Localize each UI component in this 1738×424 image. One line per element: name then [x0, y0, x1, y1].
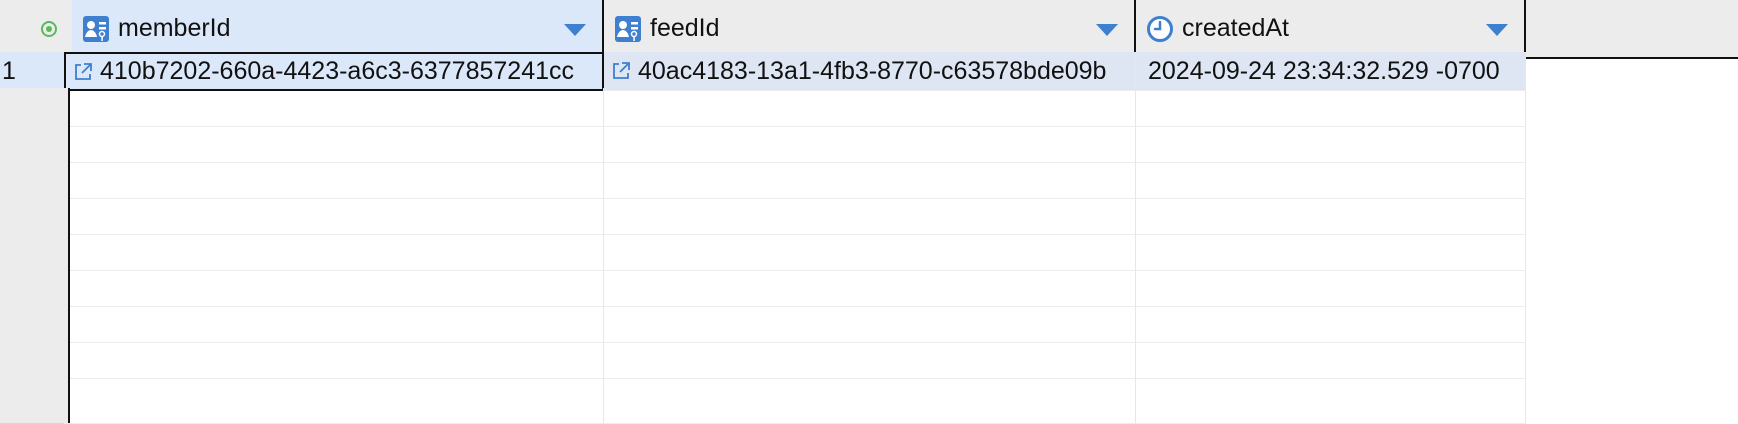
cell-feedid[interactable]: 40ac4183-13a1-4fb3-8770-c63578bde09b [604, 52, 1136, 91]
row-number-empty[interactable] [0, 160, 70, 199]
empty-cell[interactable] [64, 376, 604, 424]
row-number-empty[interactable] [0, 376, 70, 424]
column-header-feedid[interactable]: feedId [604, 0, 1136, 57]
select-all-corner[interactable] [0, 0, 73, 57]
row-number-empty[interactable] [0, 124, 70, 163]
row-number-empty[interactable] [0, 88, 70, 127]
empty-cell[interactable] [604, 268, 1136, 307]
foreign-key-link-icon[interactable] [610, 60, 632, 82]
row-number-empty[interactable] [0, 232, 70, 271]
column-header-memberid[interactable]: memberId [72, 0, 604, 57]
column-header-createdat[interactable]: createdAt [1136, 0, 1526, 57]
column-header-label: createdAt [1182, 14, 1290, 42]
empty-cell[interactable] [604, 304, 1136, 343]
cell-value: 40ac4183-13a1-4fb3-8770-c63578bde09b [638, 56, 1107, 85]
sort-dropdown-icon[interactable] [1096, 24, 1118, 36]
empty-cell[interactable] [1136, 160, 1526, 199]
grid-header: memberId feedId createdAt [0, 0, 1738, 59]
row-number[interactable]: 1 [0, 52, 70, 91]
empty-cell[interactable] [1136, 124, 1526, 163]
row-number-empty[interactable] [0, 196, 70, 235]
empty-cell[interactable] [604, 88, 1136, 127]
row-number-empty[interactable] [0, 268, 70, 307]
empty-cell[interactable] [64, 124, 604, 163]
cell-memberid[interactable]: 410b7202-660a-4423-a6c3-6377857241cc [64, 52, 604, 91]
cell-createdat[interactable]: 2024-09-24 23:34:32.529 -0700 [1136, 52, 1526, 91]
row-number-empty[interactable] [0, 304, 70, 343]
empty-cell[interactable] [64, 196, 604, 235]
record-status-icon [41, 20, 57, 37]
sort-dropdown-icon[interactable] [1486, 24, 1508, 36]
key-user-icon [615, 15, 641, 42]
empty-cell[interactable] [1136, 376, 1526, 424]
empty-cell[interactable] [1136, 88, 1526, 127]
sort-dropdown-icon[interactable] [564, 24, 586, 36]
empty-cell[interactable] [1136, 340, 1526, 379]
empty-cell[interactable] [1136, 268, 1526, 307]
empty-cell[interactable] [604, 232, 1136, 271]
empty-cell[interactable] [64, 268, 604, 307]
foreign-key-link-icon[interactable] [72, 61, 94, 83]
empty-cell[interactable] [604, 340, 1136, 379]
column-header-label: feedId [650, 14, 720, 42]
row-number-empty[interactable] [0, 340, 70, 379]
empty-cell[interactable] [64, 232, 604, 271]
empty-cell[interactable] [1136, 304, 1526, 343]
empty-cell[interactable] [604, 124, 1136, 163]
cell-value: 2024-09-24 23:34:32.529 -0700 [1148, 56, 1500, 85]
cell-value: 410b7202-660a-4423-a6c3-6377857241cc [100, 57, 575, 85]
empty-cell[interactable] [64, 340, 604, 379]
empty-cell[interactable] [64, 88, 604, 127]
empty-cell[interactable] [604, 160, 1136, 199]
empty-cell[interactable] [1136, 232, 1526, 271]
key-user-icon [83, 15, 109, 42]
empty-cell[interactable] [1136, 196, 1526, 235]
column-header-label: memberId [118, 14, 231, 42]
empty-cell[interactable] [64, 304, 604, 343]
empty-cell[interactable] [64, 160, 604, 199]
clock-icon [1147, 15, 1173, 42]
empty-cell[interactable] [604, 196, 1136, 235]
result-grid: memberId feedId createdAt 1 410b7202-660… [0, 0, 1738, 424]
empty-cell[interactable] [604, 376, 1136, 424]
